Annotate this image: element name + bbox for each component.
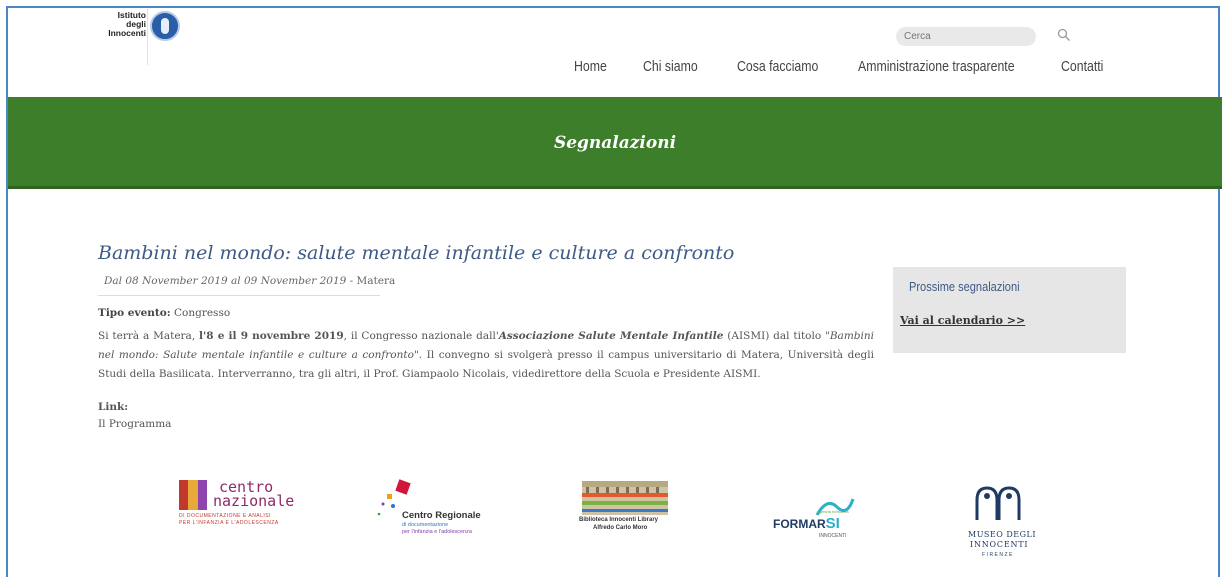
museo-line1: MUSEO DEGLI <box>968 530 1036 539</box>
event-description: Si terrà a Matera, l'8 e il 9 novembre 2… <box>98 327 874 384</box>
formarsi-sub: INNOCENTI <box>819 533 847 539</box>
formar-text: FORMAR <box>773 517 826 531</box>
centro-regionale-logo[interactable]: Centro Regionale di documentazione per l… <box>375 478 495 538</box>
event-date: Dal 08 November 2019 al 09 November 2019… <box>104 275 395 287</box>
formarsi-logo[interactable]: agenzia formativa FORMARSI INNOCENTI <box>773 495 863 545</box>
museo-logo[interactable]: MUSEO DEGLI INNOCENTI FIRENZE <box>968 482 1035 564</box>
nazionale-word: nazionale <box>213 492 295 510</box>
calendar-link[interactable]: Vai al calendario >> <box>900 314 1025 327</box>
centro-regionale-sub2: per l'infanzia e l'adolescenza <box>402 529 472 535</box>
biblioteca-line2: Alfredo Carlo Moro <box>593 525 648 531</box>
formarsi-main: FORMARSI <box>773 515 840 532</box>
desc-text: , il Congresso nazionale dall' <box>343 330 499 342</box>
centro-sub1: DI DOCUMENTAZIONE E ANALISI <box>179 513 272 519</box>
nav-cosa-facciamo[interactable]: Cosa facciamo <box>737 58 818 75</box>
desc-text: (AISMI) dal titolo " <box>723 330 830 342</box>
event-type: Tipo evento: Congresso <box>98 307 230 319</box>
search-input[interactable] <box>896 27 1036 46</box>
nav-contatti[interactable]: Contatti <box>1061 58 1103 75</box>
nav-amministrazione-trasparente[interactable]: Amministrazione trasparente <box>858 58 1015 75</box>
site-logo[interactable]: Istituto degli Innocenti <box>100 9 184 65</box>
centro-regionale-sub1: di documentazione <box>402 522 449 528</box>
formarsi-small: agenzia formativa <box>817 509 849 514</box>
nav-home[interactable]: Home <box>574 58 607 75</box>
link-label: Link: <box>98 401 129 413</box>
nav-chi-siamo[interactable]: Chi siamo <box>643 58 698 75</box>
si-text: SI <box>825 515 840 532</box>
event-type-label: Tipo evento: <box>98 307 171 319</box>
page-title: Segnalazioni <box>553 133 677 153</box>
divider <box>98 295 380 296</box>
sidebar-title: Prossime segnalazioni <box>909 279 1020 294</box>
event-title: Bambini nel mondo: salute mentale infant… <box>98 242 735 264</box>
sidebar-box: Prossime segnalazioni Vai al calendario … <box>893 267 1126 353</box>
programma-link[interactable]: Il Programma <box>98 418 171 430</box>
desc-dates: l'8 e il 9 novembre 2019 <box>199 330 344 342</box>
museo-line2: INNOCENTI <box>970 540 1029 549</box>
event-location: - Matera <box>346 275 396 287</box>
search-icon[interactable] <box>1057 28 1071 42</box>
emblem-icon <box>150 11 180 41</box>
event-date-range: Dal 08 November 2019 al 09 November 2019 <box>104 275 347 287</box>
event-type-value: Congresso <box>170 307 231 319</box>
logo-divider <box>147 9 148 65</box>
centro-nazionale-logo[interactable]: centro nazionale DI DOCUMENTAZIONE E ANA… <box>179 478 309 528</box>
centro-regionale-title: Centro Regionale <box>402 510 481 521</box>
desc-text: Si terrà a Matera, <box>98 330 200 342</box>
arches-icon <box>975 486 1021 520</box>
centro-nazionale-mark-icon <box>179 480 207 510</box>
building-icon <box>582 481 668 515</box>
museo-line3: FIRENZE <box>982 552 1014 558</box>
logo-text: Istituto degli Innocenti <box>108 10 146 38</box>
biblioteca-line1: Biblioteca Innocenti Library <box>579 517 659 523</box>
desc-association: Associazione Salute Mentale Infantile <box>498 330 724 342</box>
centro-sub2: PER L'INFANZIA E L'ADOLESCENZA <box>179 520 279 526</box>
page-banner: Segnalazioni <box>8 97 1222 189</box>
biblioteca-logo[interactable]: Biblioteca Innocenti Library Alfredo Car… <box>579 481 675 535</box>
